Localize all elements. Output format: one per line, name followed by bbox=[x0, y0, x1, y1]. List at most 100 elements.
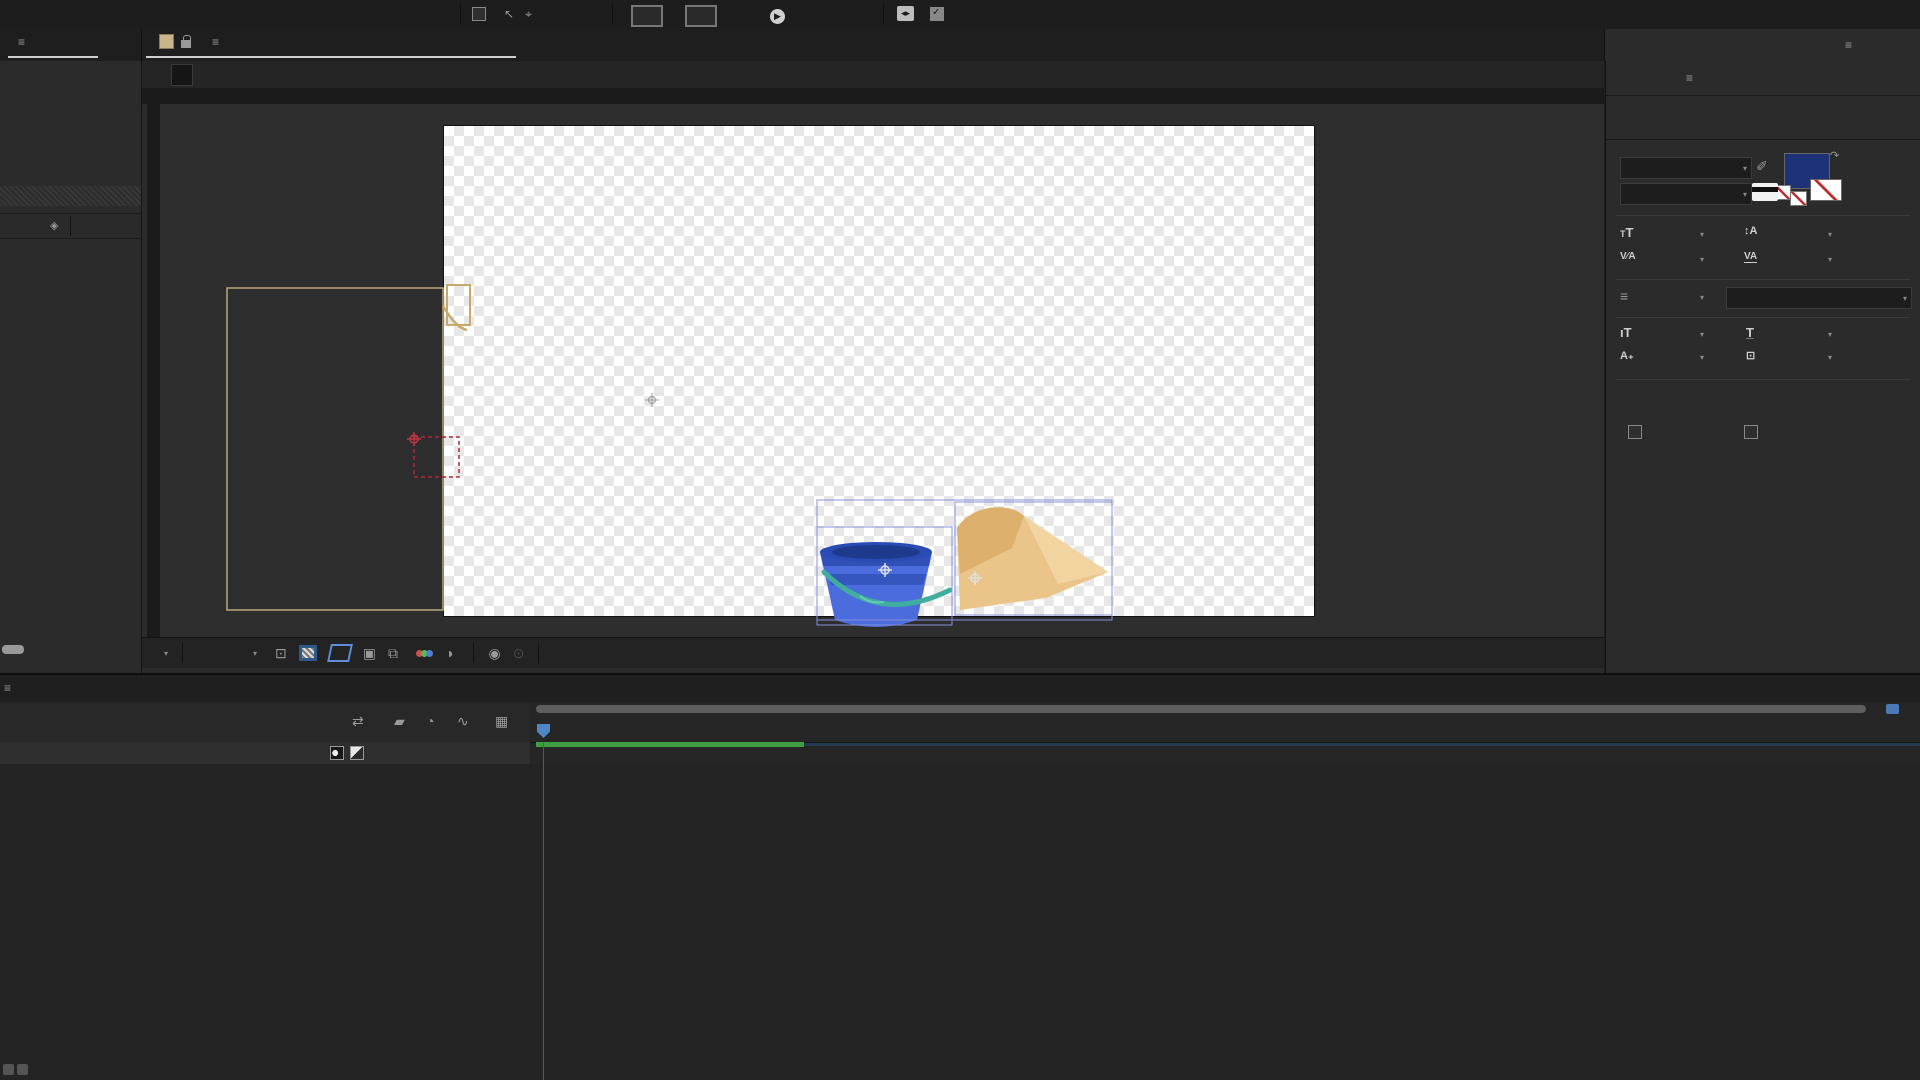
transparency-grid-icon[interactable] bbox=[299, 645, 317, 661]
tab-project[interactable]: ≡ bbox=[10, 35, 26, 49]
breadcrumb-comp-chip[interactable] bbox=[171, 64, 193, 86]
timeline-zoom-handle[interactable] bbox=[1886, 704, 1899, 714]
work-area-bar[interactable] bbox=[804, 743, 1920, 746]
baseline-shift-chevron[interactable]: ▾ bbox=[1700, 353, 1704, 362]
project-preview-strip bbox=[0, 186, 141, 206]
shy-layers-icon[interactable]: ⇄ bbox=[352, 714, 364, 728]
snapping-toggle[interactable]: ↖ ⌖ bbox=[472, 7, 532, 21]
stroke-style-button[interactable] bbox=[1752, 183, 1778, 201]
add-button[interactable]: ▶ bbox=[770, 9, 785, 24]
timeline-rows bbox=[0, 764, 1920, 1080]
vertical-scale-icon: ıT bbox=[1620, 325, 1632, 340]
kerning-chevron[interactable]: ▾ bbox=[1700, 255, 1704, 264]
composition-markers-icon[interactable]: ▦ bbox=[495, 714, 508, 728]
breadcrumb bbox=[142, 61, 1604, 89]
fill-swatch[interactable] bbox=[631, 5, 663, 27]
ruler-corner bbox=[142, 88, 160, 105]
panel-toggle-icon[interactable]: ◂▸ bbox=[897, 6, 914, 21]
hindi-digits-checkbox[interactable] bbox=[1744, 425, 1758, 439]
no-stroke-chip[interactable] bbox=[1790, 191, 1807, 206]
snap-target-icon[interactable]: ⌖ bbox=[525, 8, 532, 20]
workspace-bar bbox=[1080, 0, 1580, 29]
ligatures-checkbox[interactable] bbox=[1628, 425, 1642, 439]
playhead-line[interactable] bbox=[543, 742, 544, 1080]
offscreen-selection-bounds[interactable] bbox=[227, 288, 443, 610]
guides-icon[interactable]: ▣ bbox=[363, 646, 376, 660]
proxy-icon[interactable]: ⧉ bbox=[388, 646, 398, 660]
timeline-column-headers bbox=[0, 742, 530, 765]
snapping-checkbox[interactable] bbox=[472, 7, 486, 21]
project-panel-menu-icon[interactable]: ≡ bbox=[18, 35, 26, 49]
layer-anchor-gizmo[interactable] bbox=[645, 393, 659, 407]
timeline-mini-toggle-2[interactable] bbox=[17, 1064, 28, 1075]
character-panel: ▾ ✐ ↷ ▾ TT bbox=[1606, 139, 1920, 519]
panel-tab-row: ≡ ≡ ≡ bbox=[0, 29, 1920, 62]
motion-blur-icon[interactable]: ◔ bbox=[426, 714, 434, 728]
leading-chevron[interactable]: ▾ bbox=[1828, 230, 1832, 239]
eyedropper-icon[interactable]: ✐ bbox=[1756, 159, 1768, 173]
viewer-bottom-bar: ▾ ▾ ⊡ ▣ ⧉ ◑ ◉ ⊙ bbox=[142, 637, 1604, 668]
project-hscrollbar[interactable] bbox=[2, 645, 24, 654]
resolution-chevron[interactable]: ▾ bbox=[253, 649, 257, 658]
tsume-chevron[interactable]: ▾ bbox=[1828, 353, 1832, 362]
timeline-tab-row: ≡ bbox=[0, 675, 1920, 703]
timeline-mini-toggle-1[interactable] bbox=[3, 1064, 14, 1075]
timeline-panel-menu-icon[interactable]: ≡ bbox=[4, 681, 12, 695]
mask-visibility-icon[interactable] bbox=[327, 644, 353, 662]
auto-open-panel-checkbox[interactable] bbox=[930, 7, 944, 21]
bucket-artwork[interactable] bbox=[820, 542, 950, 627]
artwork-overlay bbox=[160, 104, 1604, 637]
stroke-width-chevron[interactable]: ▾ bbox=[1700, 293, 1704, 302]
frame-blending-icon[interactable]: ▰ bbox=[394, 714, 405, 728]
stroke-over-fill-dropdown[interactable]: ▾ bbox=[1726, 287, 1912, 309]
horizontal-ruler[interactable] bbox=[160, 88, 1604, 105]
magnification-chevron[interactable]: ▾ bbox=[164, 649, 168, 658]
stroke-width-icon: ≡ bbox=[1620, 289, 1628, 303]
swap-fill-stroke-icon[interactable]: ↷ bbox=[1830, 151, 1839, 162]
stroke-swatch[interactable] bbox=[685, 5, 717, 27]
vertical-scale-chevron[interactable]: ▾ bbox=[1700, 330, 1704, 339]
show-snapshot-icon[interactable]: ⊙ bbox=[513, 646, 525, 660]
leading-icon: ↕A bbox=[1744, 225, 1757, 237]
snapshot-camera-icon[interactable]: ◉ bbox=[488, 646, 500, 660]
tracking-icon: VA bbox=[1744, 251, 1757, 263]
tsume-icon: ⊡ bbox=[1746, 349, 1755, 362]
font-size-icon: TT bbox=[1620, 225, 1633, 240]
exposure-reset-icon[interactable]: ◑ bbox=[445, 646, 453, 660]
font-size-chevron[interactable]: ▾ bbox=[1700, 230, 1704, 239]
composition-thumb-icon bbox=[159, 34, 174, 49]
timeline-toolbar: ⇄ ▰ ◔ ∿ ▦ bbox=[0, 702, 530, 743]
composition-viewer: ▾ ▾ ⊡ ▣ ⧉ ◑ ◉ ⊙ bbox=[142, 61, 1604, 673]
timeline-ruler[interactable] bbox=[530, 702, 1920, 743]
character-panel-tabs bbox=[1606, 113, 1920, 140]
red-anchor-crosshair[interactable] bbox=[407, 432, 421, 446]
timeline-panel: ≡ ⇄ ▰ ◔ ∿ ▦ bbox=[0, 673, 1920, 1080]
snap-cursor-icon[interactable]: ↖ bbox=[504, 8, 514, 20]
preview-panel-menu-icon[interactable]: ≡ bbox=[1686, 71, 1694, 85]
font-family-dropdown[interactable]: ▾ bbox=[1620, 157, 1752, 179]
label-tag-icon[interactable]: ◈ bbox=[50, 219, 58, 232]
channel-icon[interactable] bbox=[416, 650, 433, 657]
properties-panel-menu-icon[interactable]: ≡ bbox=[1845, 38, 1853, 52]
red-selection-box[interactable] bbox=[414, 437, 459, 477]
baseline-shift-icon: A₊ bbox=[1620, 349, 1634, 362]
after-effects-window: ↖ ⌖ ▶ ◂▸ ≡ bbox=[0, 0, 1920, 1080]
cloth-artwork[interactable] bbox=[957, 507, 1108, 610]
render-progress-bar bbox=[536, 742, 804, 747]
kerning-icon: V⁄A bbox=[1620, 251, 1636, 262]
viewer-panel-menu-icon[interactable]: ≡ bbox=[212, 35, 220, 49]
pasteboard bbox=[160, 104, 1604, 637]
horizontal-scale-icon: T̲ bbox=[1746, 325, 1754, 340]
vertical-ruler[interactable] bbox=[147, 104, 161, 637]
top-toolbar: ↖ ⌖ ▶ ◂▸ bbox=[0, 0, 1920, 30]
lock-icon[interactable] bbox=[181, 40, 191, 48]
region-of-interest-icon[interactable]: ⊡ bbox=[275, 646, 287, 660]
text-stroke-color-swatch[interactable] bbox=[1810, 179, 1842, 201]
timeline-hscrollbar[interactable] bbox=[536, 705, 1866, 713]
right-panel: ≡ ▾ ✐ ↷ ▾ bbox=[1605, 61, 1920, 673]
graph-editor-icon[interactable]: ∿ bbox=[457, 714, 469, 728]
tab-composition[interactable]: ≡ bbox=[152, 34, 220, 49]
horizontal-scale-chevron[interactable]: ▾ bbox=[1828, 330, 1832, 339]
font-style-dropdown[interactable]: ▾ bbox=[1620, 183, 1752, 205]
tracking-chevron[interactable]: ▾ bbox=[1828, 255, 1832, 264]
